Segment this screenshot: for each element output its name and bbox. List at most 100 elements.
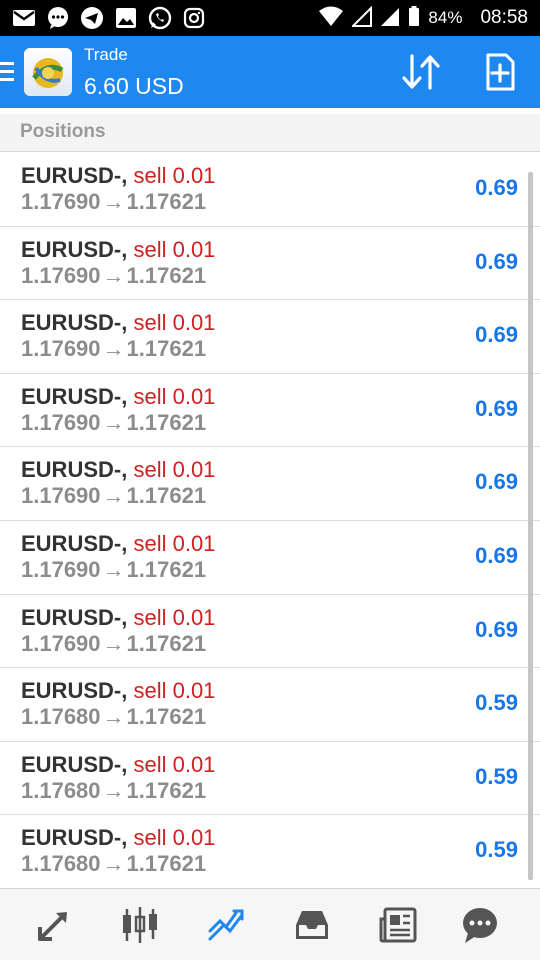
position-side: sell 0.01 bbox=[133, 383, 216, 409]
position-profit: 0.69 bbox=[475, 542, 518, 568]
position-profit: 0.69 bbox=[475, 616, 518, 642]
battery-icon bbox=[408, 5, 420, 32]
arrow-icon: → bbox=[102, 262, 125, 288]
position-row[interactable]: EURUSD-, sell 0.01 1.17680→1.17621 0.59 bbox=[0, 742, 540, 816]
trade-icon[interactable] bbox=[204, 903, 248, 947]
current-price: 1.17621 bbox=[126, 777, 207, 803]
position-row[interactable]: EURUSD-, sell 0.01 1.17690→1.17621 0.69 bbox=[0, 153, 540, 227]
open-price: 1.17680 bbox=[21, 777, 101, 803]
history-icon[interactable] bbox=[290, 903, 334, 947]
account-balance: 6.60 USD bbox=[84, 73, 184, 99]
current-price: 1.17621 bbox=[126, 483, 207, 509]
current-price: 1.17621 bbox=[126, 704, 207, 730]
position-row[interactable]: EURUSD-, sell 0.01 1.17690→1.17621 0.69 bbox=[0, 227, 540, 301]
position-symbol: EURUSD-, bbox=[21, 530, 128, 556]
open-price: 1.17690 bbox=[21, 262, 101, 288]
position-side: sell 0.01 bbox=[133, 530, 216, 556]
current-price: 1.17621 bbox=[126, 336, 207, 362]
position-symbol: EURUSD-, bbox=[21, 163, 128, 188]
position-profit: 0.59 bbox=[475, 837, 518, 863]
arrow-icon: → bbox=[102, 409, 125, 435]
chat-icon[interactable] bbox=[458, 903, 502, 947]
wifi-icon bbox=[318, 5, 344, 32]
signal-icon bbox=[380, 5, 400, 32]
position-symbol: EURUSD-, bbox=[21, 604, 128, 630]
position-side: sell 0.01 bbox=[133, 163, 216, 188]
position-profit: 0.69 bbox=[475, 248, 518, 274]
position-profit: 0.69 bbox=[475, 395, 518, 421]
open-price: 1.17690 bbox=[21, 556, 101, 582]
arrow-icon: → bbox=[102, 483, 125, 509]
open-price: 1.17680 bbox=[21, 704, 101, 730]
position-symbol: EURUSD-, bbox=[21, 236, 128, 262]
current-price: 1.17621 bbox=[126, 189, 207, 214]
bottom-nav bbox=[0, 888, 540, 960]
position-side: sell 0.01 bbox=[133, 457, 216, 483]
open-price: 1.17690 bbox=[21, 189, 101, 214]
chart-icon[interactable] bbox=[118, 903, 162, 947]
position-profit: 0.69 bbox=[475, 469, 518, 495]
position-side: sell 0.01 bbox=[133, 310, 216, 336]
open-price: 1.17690 bbox=[21, 409, 101, 435]
position-symbol: EURUSD-, bbox=[21, 751, 128, 777]
sort-icon[interactable] bbox=[400, 54, 444, 90]
whatsapp-icon bbox=[148, 6, 172, 30]
position-row[interactable]: EURUSD-, sell 0.01 1.17680→1.17621 0.59 bbox=[0, 815, 540, 889]
position-row[interactable]: EURUSD-, sell 0.01 1.17690→1.17621 0.69 bbox=[0, 447, 540, 521]
position-side: sell 0.01 bbox=[133, 751, 216, 777]
open-price: 1.17680 bbox=[21, 851, 101, 877]
arrow-icon: → bbox=[102, 851, 125, 877]
current-price: 1.17621 bbox=[126, 556, 207, 582]
position-profit: 0.59 bbox=[475, 690, 518, 716]
current-price: 1.17621 bbox=[126, 630, 207, 656]
app-toolbar: Trade 6.60 USD bbox=[0, 36, 540, 108]
positions-header: Positions bbox=[0, 114, 540, 152]
arrow-icon: → bbox=[102, 189, 125, 214]
arrow-icon: → bbox=[102, 336, 125, 362]
position-row[interactable]: EURUSD-, sell 0.01 1.17680→1.17621 0.59 bbox=[0, 668, 540, 742]
menu-icon[interactable] bbox=[0, 60, 16, 84]
position-symbol: EURUSD-, bbox=[21, 457, 128, 483]
positions-list: EURUSD-, sell 0.01 1.17690→1.17621 0.69 … bbox=[0, 153, 540, 889]
instagram-icon bbox=[182, 6, 206, 30]
list-scrollbar[interactable] bbox=[528, 172, 533, 880]
position-side: sell 0.01 bbox=[133, 604, 216, 630]
battery-percent: 84% bbox=[428, 8, 463, 27]
position-row[interactable]: EURUSD-, sell 0.01 1.17690→1.17621 0.69 bbox=[0, 374, 540, 448]
gallery-icon bbox=[114, 6, 138, 30]
position-profit: 0.69 bbox=[475, 175, 518, 200]
position-row[interactable]: EURUSD-, sell 0.01 1.17690→1.17621 0.69 bbox=[0, 595, 540, 669]
position-symbol: EURUSD-, bbox=[21, 825, 128, 851]
current-price: 1.17621 bbox=[126, 409, 207, 435]
position-symbol: EURUSD-, bbox=[21, 678, 128, 704]
app-logo[interactable] bbox=[24, 48, 72, 96]
position-side: sell 0.01 bbox=[133, 825, 216, 851]
gmail-icon bbox=[12, 6, 36, 30]
section-title: Positions bbox=[20, 121, 106, 142]
new-order-icon[interactable] bbox=[480, 52, 520, 92]
position-symbol: EURUSD-, bbox=[21, 310, 128, 336]
quotes-icon[interactable] bbox=[32, 903, 76, 947]
news-icon[interactable] bbox=[376, 903, 420, 947]
arrow-icon: → bbox=[102, 630, 125, 656]
clock: 08:58 bbox=[480, 7, 528, 28]
status-bar: 84% 08:58 bbox=[0, 0, 540, 36]
system-status: 84% 08:58 bbox=[318, 0, 528, 36]
position-side: sell 0.01 bbox=[133, 236, 216, 262]
position-side: sell 0.01 bbox=[133, 678, 216, 704]
current-price: 1.17621 bbox=[126, 851, 207, 877]
notification-icons bbox=[12, 6, 206, 30]
position-symbol: EURUSD-, bbox=[21, 383, 128, 409]
telegram-icon bbox=[80, 6, 104, 30]
current-price: 1.17621 bbox=[126, 262, 207, 288]
arrow-icon: → bbox=[102, 777, 125, 803]
signal-icon bbox=[351, 5, 373, 32]
open-price: 1.17690 bbox=[21, 483, 101, 509]
position-profit: 0.69 bbox=[475, 322, 518, 348]
position-row[interactable]: EURUSD-, sell 0.01 1.17690→1.17621 0.69 bbox=[0, 300, 540, 374]
chat-icon bbox=[46, 6, 70, 30]
open-price: 1.17690 bbox=[21, 336, 101, 362]
arrow-icon: → bbox=[102, 704, 125, 730]
open-price: 1.17690 bbox=[21, 630, 101, 656]
position-row[interactable]: EURUSD-, sell 0.01 1.17690→1.17621 0.69 bbox=[0, 521, 540, 595]
